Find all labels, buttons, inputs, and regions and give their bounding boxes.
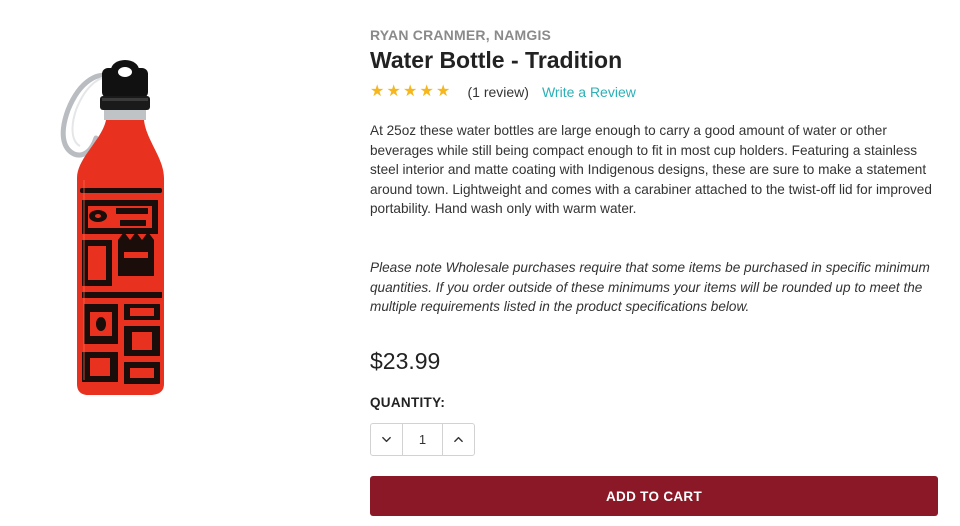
star-icon: ★ xyxy=(419,83,434,100)
rating-row: ★ ★ ★ ★ ★ (1 review) Write a Review xyxy=(370,82,636,102)
chevron-down-icon xyxy=(382,436,391,443)
water-bottle-illustration xyxy=(60,60,164,395)
write-review-link[interactable]: Write a Review xyxy=(542,84,636,100)
quantity-input[interactable] xyxy=(402,424,443,455)
quantity-label: QUANTITY: xyxy=(370,395,446,410)
quantity-stepper xyxy=(370,423,475,456)
review-count[interactable]: (1 review) xyxy=(468,84,529,100)
add-to-cart-button[interactable]: ADD TO CART xyxy=(370,476,938,516)
product-brand[interactable]: RYAN CRANMER, NAMGIS xyxy=(370,27,551,43)
product-title: Water Bottle - Tradition xyxy=(370,47,623,73)
star-icon: ★ xyxy=(386,83,401,100)
chevron-up-icon xyxy=(454,436,463,443)
product-description: At 25oz these water bottles are large en… xyxy=(370,123,932,217)
decrement-button[interactable] xyxy=(371,424,402,455)
star-icon: ★ xyxy=(370,83,385,100)
rating-stars: ★ ★ ★ ★ ★ xyxy=(370,84,452,100)
product-image xyxy=(40,40,210,410)
product-price: $23.99 xyxy=(370,348,441,374)
star-icon: ★ xyxy=(403,83,418,100)
wholesale-note: Please note Wholesale purchases require … xyxy=(370,260,930,315)
increment-button[interactable] xyxy=(443,424,474,455)
star-icon: ★ xyxy=(436,83,451,100)
